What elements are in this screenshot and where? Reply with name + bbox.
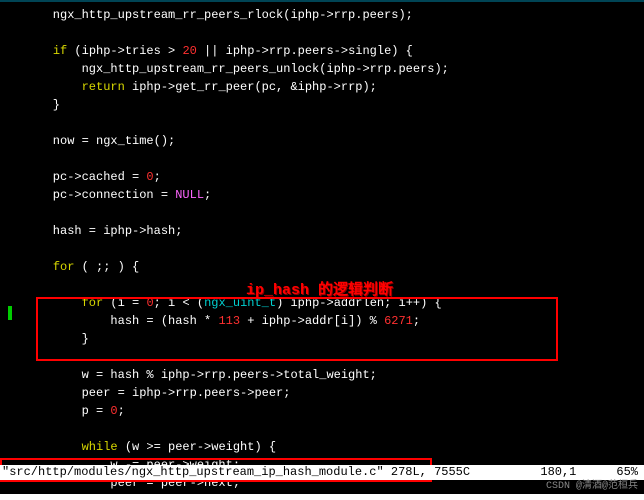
code-block: ngx_http_upstream_rr_peers_rlock(iphp->r… (0, 6, 644, 494)
text-cursor (8, 306, 12, 320)
status-position: 180,1 (540, 465, 616, 480)
vim-status-bar: "src/http/modules/ngx_http_upstream_ip_h… (0, 465, 644, 480)
code-editor: ngx_http_upstream_rr_peers_rlock(iphp->r… (0, 0, 644, 494)
status-file: "src/http/modules/ngx_http_upstream_ip_h… (2, 465, 470, 480)
status-percent: 65% (616, 465, 642, 480)
code-line: ngx_http_upstream_rr_peers_rlock(iphp->r… (24, 8, 413, 22)
